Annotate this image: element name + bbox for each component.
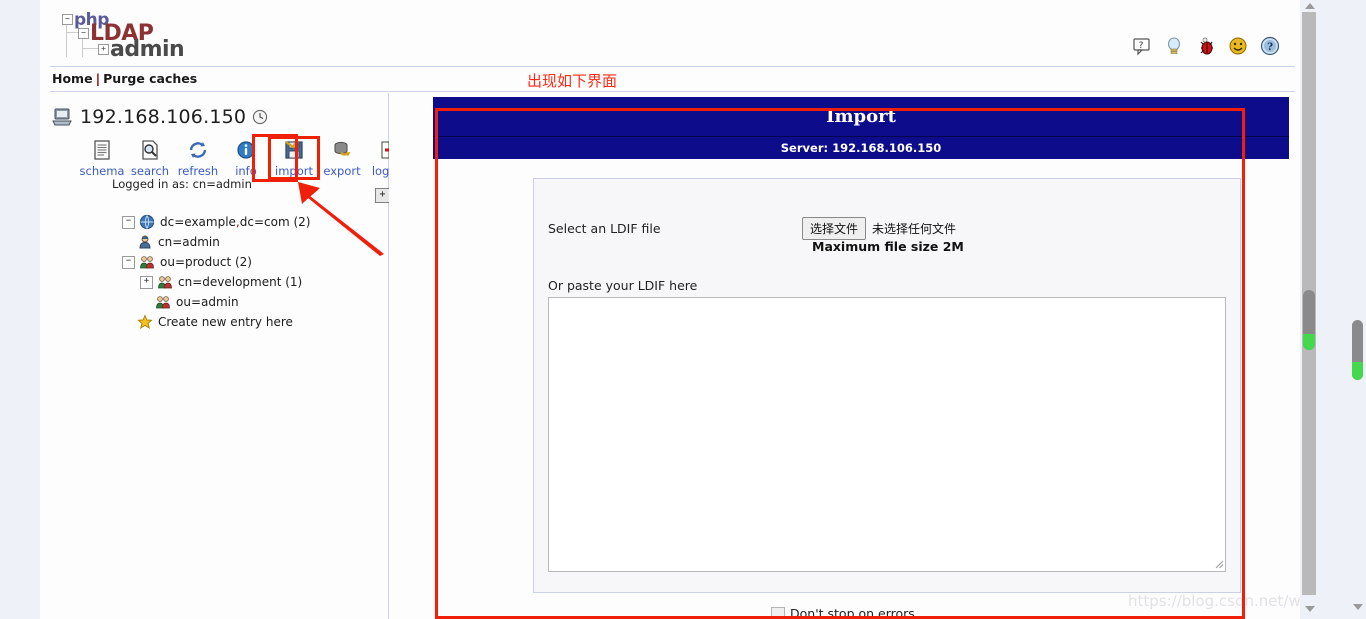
breadcrumb-text: Home | Purge caches — [50, 67, 1295, 86]
globe-icon — [139, 214, 155, 230]
tree-node-create-new-entry[interactable]: Create new entry here — [122, 312, 310, 332]
main-panel: Import Server: 192.168.106.150 Select an… — [389, 93, 1300, 619]
window-scroll-down-arrow-icon[interactable] — [1353, 604, 1363, 610]
svg-text:?: ? — [1267, 42, 1273, 53]
sidebar-item-label: schema — [79, 164, 125, 178]
paste-ldif-label: Or paste your LDIF here — [548, 278, 698, 293]
sidebar-toolbar: schema search refresh info import export — [78, 136, 414, 180]
tree-collapse-handle[interactable]: − — [122, 255, 135, 269]
choose-file-button[interactable]: 选择文件 — [802, 217, 867, 240]
dont-stop-on-errors-checkbox[interactable] — [771, 606, 785, 619]
star-icon — [137, 314, 153, 329]
watermark: https://blog.csdn.net/weixin_42257195 — [1128, 592, 1300, 610]
panel-server-line: Server: 192.168.106.150 — [780, 140, 942, 155]
logged-in-status: Logged in as: cn=admin — [112, 177, 252, 191]
server-header: 192.168.106.150 — [52, 106, 268, 128]
database-export-icon — [318, 138, 366, 162]
logo-minus-box-icon: − — [62, 14, 73, 25]
ldap-tree: − dc=example, dc=com (2) cn=admin − ou=p… — [122, 212, 310, 332]
left-sidebar: 192.168.106.150 + schema search refresh … — [40, 93, 408, 619]
server-name: 192.168.106.150 — [80, 106, 247, 128]
document-search-icon — [126, 138, 174, 162]
dont-stop-on-errors-row[interactable]: Don't stop on errors — [771, 606, 915, 619]
bug-icon[interactable] — [1196, 36, 1216, 56]
tree-node-ou-admin[interactable]: ou=admin — [140, 292, 310, 312]
expand-tree-button[interactable]: + — [375, 188, 390, 203]
group-icon — [140, 256, 154, 269]
sidebar-item-label: search — [130, 164, 170, 178]
tree-node-cn-admin[interactable]: cn=admin — [122, 232, 310, 252]
info-icon — [222, 138, 270, 162]
nav-purge-caches-link[interactable]: Purge caches — [103, 71, 197, 86]
tree-node-label: cn=admin — [158, 235, 220, 249]
nav-separator: | — [95, 71, 101, 86]
tree-node-cn-development[interactable]: + cn=development (1) — [140, 272, 310, 292]
dont-stop-on-errors-label: Don't stop on errors — [790, 606, 915, 619]
user-icon — [139, 235, 151, 249]
tree-node-label: cn=development (1) — [178, 275, 303, 289]
logo-rule — [66, 23, 67, 57]
lightbulb-icon[interactable] — [1164, 36, 1184, 56]
sidebar-item-label: info — [235, 164, 257, 178]
tree-node-label: ou=admin — [176, 295, 239, 309]
sidebar-item-refresh[interactable]: refresh — [174, 138, 222, 178]
sidebar-item-label: import — [275, 164, 313, 178]
scroll-down-arrow-icon[interactable] — [1305, 606, 1315, 612]
page-content: − − + php LDAP admin ? ? Home | Purge ca… — [40, 0, 1300, 619]
tree-node-label-tail: dc=com (2) — [239, 215, 311, 229]
smiley-icon[interactable] — [1228, 36, 1248, 56]
tree-node-label: dc=example — [160, 215, 236, 229]
nav-home-link[interactable]: Home — [52, 71, 93, 86]
tree-node-label: ou=product (2) — [160, 255, 252, 269]
sidebar-item-export[interactable]: export — [318, 138, 366, 178]
page-scrollbar-thumb-tip[interactable] — [1303, 334, 1315, 350]
file-selection-status: 未选择任何文件 — [872, 222, 957, 236]
tree-node-dc-example[interactable]: − dc=example, dc=com (2) — [122, 212, 310, 232]
window-scrollbar-thumb-tip[interactable] — [1352, 362, 1363, 380]
browser-outer-background — [1320, 0, 1366, 619]
logo-rule — [82, 37, 83, 57]
top-right-icon-bar: ? ? — [1132, 36, 1280, 56]
page-title: Import — [433, 97, 1289, 137]
sidebar-item-label: refresh — [177, 164, 219, 178]
svg-text:?: ? — [1139, 41, 1144, 51]
logo-text-admin: admin — [110, 37, 185, 62]
import-form: Select an LDIF file 选择文件 未选择任何文件 Maximum… — [533, 178, 1241, 593]
max-file-size-label: Maximum file size 2M — [812, 239, 964, 254]
help-icon[interactable]: ? — [1260, 36, 1280, 56]
question-balloon-icon[interactable]: ? — [1132, 36, 1152, 56]
sidebar-item-import[interactable]: import — [268, 136, 320, 180]
group-icon — [158, 276, 172, 289]
tree-expand-handle[interactable]: + — [140, 275, 153, 289]
sidebar-item-schema[interactable]: schema — [78, 138, 126, 178]
import-panel-header: Import Server: 192.168.106.150 — [433, 97, 1289, 159]
sidebar-item-label: export — [323, 164, 361, 178]
ldif-textarea[interactable] — [548, 297, 1226, 572]
tree-node-ou-product[interactable]: − ou=product (2) — [122, 252, 310, 272]
phpldapadmin-logo: − − + php LDAP admin — [52, 8, 312, 62]
clock-icon[interactable] — [252, 109, 268, 125]
floppy-disk-icon — [270, 138, 318, 162]
document-icon — [78, 138, 126, 162]
breadcrumb: Home | Purge caches — [50, 66, 1295, 92]
tree-collapse-handle[interactable]: − — [122, 215, 135, 229]
refresh-icon — [174, 138, 222, 162]
select-ldif-file-label: Select an LDIF file — [548, 221, 661, 236]
file-input-control[interactable]: 选择文件 未选择任何文件 — [802, 217, 956, 240]
group-icon — [156, 296, 170, 309]
screenshot-root: − − + php LDAP admin ? ? Home | Purge ca… — [0, 0, 1366, 619]
logo-rule — [82, 48, 98, 49]
sidebar-item-info[interactable]: info — [222, 138, 270, 178]
computer-icon — [52, 108, 72, 126]
logo-rule — [66, 32, 78, 33]
sidebar-item-search[interactable]: search — [126, 138, 174, 178]
tree-node-label: Create new entry here — [158, 315, 293, 329]
scroll-up-arrow-icon[interactable] — [1305, 3, 1315, 9]
